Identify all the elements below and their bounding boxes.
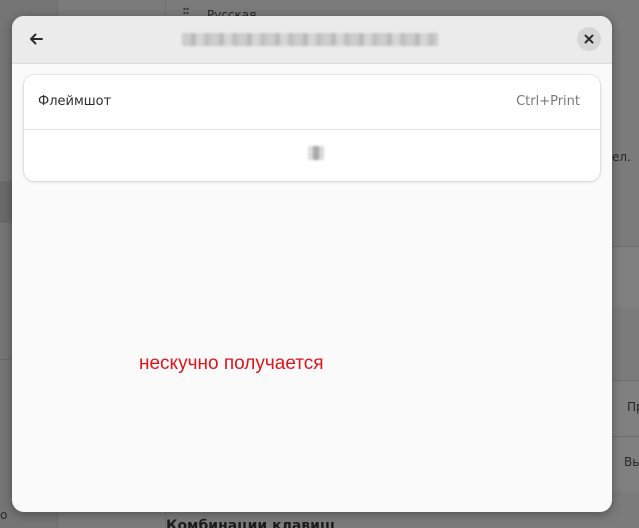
dialog-header <box>12 16 612 64</box>
shortcut-accelerator: Ctrl+Print <box>516 94 580 109</box>
add-icon <box>308 146 324 160</box>
background-side-text: ел. <box>612 150 631 164</box>
background-sidebar-text: о <box>0 508 8 522</box>
arrow-left-icon <box>30 33 43 45</box>
close-button[interactable] <box>577 27 601 51</box>
back-button[interactable] <box>24 27 48 51</box>
shortcut-row[interactable]: Флеймшот Ctrl+Print <box>24 75 600 130</box>
annotation-text: нескучно получается <box>139 353 324 374</box>
background-sidebar-selected <box>0 181 12 223</box>
shortcut-list: Флеймшот Ctrl+Print <box>24 75 600 181</box>
add-shortcut-row[interactable] <box>24 130 600 181</box>
background-section-title: Комбинации клавиш <box>166 518 335 528</box>
background-button: Вы <box>624 455 639 469</box>
background-card <box>612 246 639 307</box>
background-button: Пр <box>627 400 639 414</box>
dialog-title-redacted <box>182 33 438 46</box>
shortcuts-dialog: Флеймшот Ctrl+Print нескучно получается <box>12 16 612 512</box>
background-sidebar-divider <box>0 359 12 360</box>
close-icon <box>584 34 594 44</box>
shortcut-label: Флеймшот <box>38 94 112 109</box>
